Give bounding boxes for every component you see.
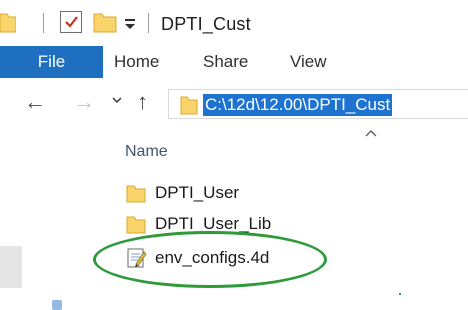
up-arrow-icon[interactable]: ↑ (137, 89, 148, 115)
recent-locations-chevron-icon[interactable] (112, 95, 122, 105)
folder-icon (180, 96, 198, 115)
navigation-pane-item[interactable] (0, 246, 22, 288)
column-header-name[interactable]: Name (125, 143, 168, 161)
tab-view[interactable]: View (290, 46, 327, 78)
title-separator (43, 13, 44, 33)
navigation-bar: ← → ↑ C:\12d\12.00\DPTI_Cust (0, 78, 468, 128)
new-folder-icon[interactable] (93, 11, 117, 33)
address-path[interactable]: C:\12d\12.00\DPTI_Cust (203, 94, 393, 116)
tab-file[interactable]: File (0, 46, 103, 78)
tab-home[interactable]: Home (114, 46, 159, 78)
tab-share[interactable]: Share (203, 46, 248, 78)
annotation-mark (399, 293, 401, 295)
navigation-pane-icon (52, 300, 62, 310)
back-arrow-icon[interactable]: ← (24, 89, 46, 115)
folder-icon (126, 185, 146, 203)
title-bar: DPTI_Cust (0, 0, 468, 46)
annotation-highlight-ellipse (93, 231, 327, 288)
properties-icon[interactable] (60, 11, 82, 33)
ribbon: File Home Share View (0, 46, 468, 78)
window-title: DPTI_Cust (161, 14, 251, 34)
folder-icon (126, 216, 146, 234)
quick-access-dropdown-icon[interactable] (123, 15, 137, 31)
folder-icon (0, 13, 16, 33)
forward-arrow-icon[interactable]: → (73, 89, 95, 115)
title-separator (148, 13, 149, 33)
list-item-label: DPTI_User (155, 183, 240, 202)
address-bar[interactable]: C:\12d\12.00\DPTI_Cust (168, 89, 468, 119)
sort-ascending-icon (365, 130, 377, 137)
